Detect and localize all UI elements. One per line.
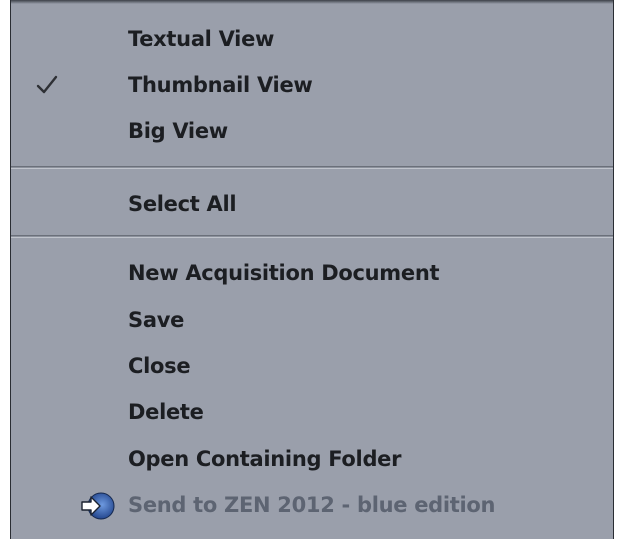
menu-item-label: Big View xyxy=(128,119,228,143)
menu-item-label: Close xyxy=(128,354,191,378)
menu-item-select-all[interactable]: Select All xyxy=(11,183,613,227)
menu-item-big-view[interactable]: Big View xyxy=(11,110,613,154)
menu-item-label: New Acquisition Document xyxy=(128,261,440,285)
menu-item-label: Send to ZEN 2012 - blue edition xyxy=(128,493,496,517)
menu-item-send-to-zen[interactable]: Send to ZEN 2012 - blue edition xyxy=(11,484,613,528)
menu-top-edge xyxy=(11,0,613,4)
menu-item-label: Open Containing Folder xyxy=(128,447,402,471)
menu-item-label: Save xyxy=(128,308,185,332)
menu-item-label: Select All xyxy=(128,192,237,216)
menu-item-close[interactable]: Close xyxy=(11,345,613,389)
menu-item-label: Textual View xyxy=(128,27,275,51)
menu-item-new-acquisition-document[interactable]: New Acquisition Document xyxy=(11,252,613,296)
menu-item-thumbnail-view[interactable]: Thumbnail View xyxy=(11,64,613,108)
menu-item-delete[interactable]: Delete xyxy=(11,391,613,435)
context-menu: Textual View Thumbnail View Big View Sel… xyxy=(10,0,614,539)
menu-separator xyxy=(11,166,613,169)
menu-item-open-containing-folder[interactable]: Open Containing Folder xyxy=(11,438,613,482)
menu-separator xyxy=(11,235,613,238)
checkmark-icon xyxy=(36,75,58,94)
menu-item-textual-view[interactable]: Textual View xyxy=(11,18,613,62)
menu-item-label: Thumbnail View xyxy=(128,73,313,97)
menu-item-label: Delete xyxy=(128,400,204,424)
zen-blue-arrow-icon xyxy=(81,492,115,520)
menu-item-save[interactable]: Save xyxy=(11,299,613,343)
